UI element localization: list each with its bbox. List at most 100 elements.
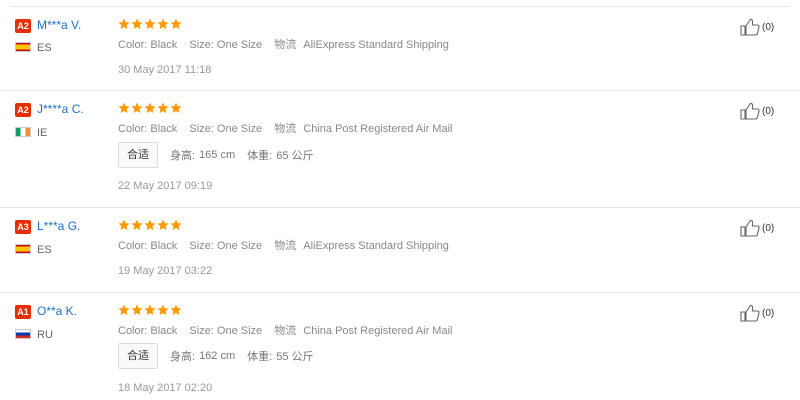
helpful-button[interactable]: (0) xyxy=(740,219,774,237)
star-rating xyxy=(118,219,182,231)
star-icon xyxy=(131,304,143,315)
country-flag-icon xyxy=(15,42,31,52)
shipping-value: AliExpress Standard Shipping xyxy=(303,39,449,51)
star-rating xyxy=(118,304,182,316)
thumbs-up-icon xyxy=(740,304,762,322)
fit-tag: 合适 xyxy=(118,142,158,168)
color-value: Black xyxy=(150,39,178,51)
star-icon xyxy=(131,18,143,29)
star-icon xyxy=(118,18,130,29)
order-attributes: Color: Black Size: One Size 物流 AliExpres… xyxy=(118,38,458,52)
thumbs-up-icon xyxy=(740,102,762,120)
shipping-value: AliExpress Standard Shipping xyxy=(303,240,449,252)
shipping-label: 物流 xyxy=(274,39,297,51)
size-label: Size: xyxy=(189,240,214,252)
weight-value: 65 公斤 xyxy=(276,150,314,162)
height-value: 162 cm xyxy=(199,350,236,362)
order-attributes: Color: Black Size: One Size 物流 AliExpres… xyxy=(118,239,458,253)
review-item: A3 L***a G. ES Color: Black Size: One Si… xyxy=(0,208,800,293)
shipping-label: 物流 xyxy=(274,240,297,252)
buyer-level-badge: A1 xyxy=(15,305,31,319)
review-item: A1 O**a K. RU Color: Black Size: One Siz… xyxy=(0,293,800,400)
buyer-level-badge: A2 xyxy=(15,103,31,117)
size-value: One Size xyxy=(216,325,263,337)
country-flag-icon xyxy=(15,244,31,254)
shipping-label: 物流 xyxy=(274,123,297,135)
country-flag-icon xyxy=(15,127,31,137)
review-item: A2 J****a C. IE Color: Black Size: One S… xyxy=(0,91,800,208)
color-value: Black xyxy=(150,123,178,135)
size-label: Size: xyxy=(189,325,214,337)
helpful-button[interactable]: (0) xyxy=(740,304,774,322)
star-icon xyxy=(157,18,169,29)
helpful-count: (0) xyxy=(762,21,775,33)
thumbs-up-icon xyxy=(740,18,762,36)
star-icon xyxy=(157,219,169,230)
star-icon xyxy=(157,102,169,113)
color-value: Black xyxy=(150,325,178,337)
star-icon xyxy=(170,219,182,230)
reviewer-country: IE xyxy=(37,127,48,139)
review-date: 18 May 2017 02:20 xyxy=(118,382,213,394)
star-icon xyxy=(170,18,182,29)
color-label: Color: xyxy=(118,325,148,337)
order-attributes: Color: Black Size: One Size 物流 China Pos… xyxy=(118,324,461,338)
color-label: Color: xyxy=(118,39,148,51)
reviewer-country: RU xyxy=(37,329,53,341)
shipping-value: China Post Registered Air Mail xyxy=(303,325,453,337)
size-value: One Size xyxy=(216,240,263,252)
reviewer-country: ES xyxy=(37,42,52,54)
star-icon xyxy=(157,304,169,315)
review-date: 30 May 2017 11:18 xyxy=(118,64,212,76)
star-icon xyxy=(144,304,156,315)
height-value: 165 cm xyxy=(199,149,236,161)
star-icon xyxy=(118,219,130,230)
reviewer-name-link[interactable]: O**a K. xyxy=(37,304,77,318)
color-label: Color: xyxy=(118,240,148,252)
helpful-count: (0) xyxy=(762,105,775,117)
thumbs-up-icon xyxy=(740,219,762,237)
star-icon xyxy=(144,219,156,230)
buyer-level-badge: A3 xyxy=(15,220,31,234)
helpful-button[interactable]: (0) xyxy=(740,18,774,36)
shipping-label: 物流 xyxy=(274,325,297,337)
order-attributes: Color: Black Size: One Size 物流 China Pos… xyxy=(118,122,461,136)
size-value: One Size xyxy=(216,39,263,51)
weight-value: 55 公斤 xyxy=(276,351,314,363)
star-icon xyxy=(131,102,143,113)
weight-label: 体重: xyxy=(247,150,273,162)
star-icon xyxy=(170,102,182,113)
reviewer-name-link[interactable]: L***a G. xyxy=(37,219,80,233)
star-icon xyxy=(118,304,130,315)
reviewer-name-link[interactable]: J****a C. xyxy=(37,102,84,116)
review-item: A2 M***a V. ES Color: Black Size: One Si… xyxy=(0,7,800,91)
color-value: Black xyxy=(150,240,178,252)
color-label: Color: xyxy=(118,123,148,135)
reviewer-name-link[interactable]: M***a V. xyxy=(37,18,81,32)
star-icon xyxy=(170,304,182,315)
reviewer-country: ES xyxy=(37,244,52,256)
helpful-count: (0) xyxy=(762,307,775,319)
country-flag-icon xyxy=(15,329,31,339)
height-label: 身高: xyxy=(170,150,196,162)
size-label: Size: xyxy=(189,123,214,135)
helpful-button[interactable]: (0) xyxy=(740,102,774,120)
size-value: One Size xyxy=(216,123,263,135)
body-info-row: 合适 身高: 165 cm 体重: 65 公斤 xyxy=(118,142,326,168)
star-icon xyxy=(131,219,143,230)
buyer-level-badge: A2 xyxy=(15,19,31,33)
helpful-count: (0) xyxy=(762,222,775,234)
shipping-value: China Post Registered Air Mail xyxy=(303,123,453,135)
weight-label: 体重: xyxy=(247,351,273,363)
review-date: 22 May 2017 09:19 xyxy=(118,180,213,192)
star-rating xyxy=(118,18,182,30)
star-icon xyxy=(144,18,156,29)
body-info-row: 合适 身高: 162 cm 体重: 55 公斤 xyxy=(118,343,326,369)
star-rating xyxy=(118,102,182,114)
fit-tag: 合适 xyxy=(118,343,158,369)
size-label: Size: xyxy=(189,39,214,51)
height-label: 身高: xyxy=(170,351,196,363)
review-date: 19 May 2017 03:22 xyxy=(118,265,213,277)
star-icon xyxy=(118,102,130,113)
star-icon xyxy=(144,102,156,113)
